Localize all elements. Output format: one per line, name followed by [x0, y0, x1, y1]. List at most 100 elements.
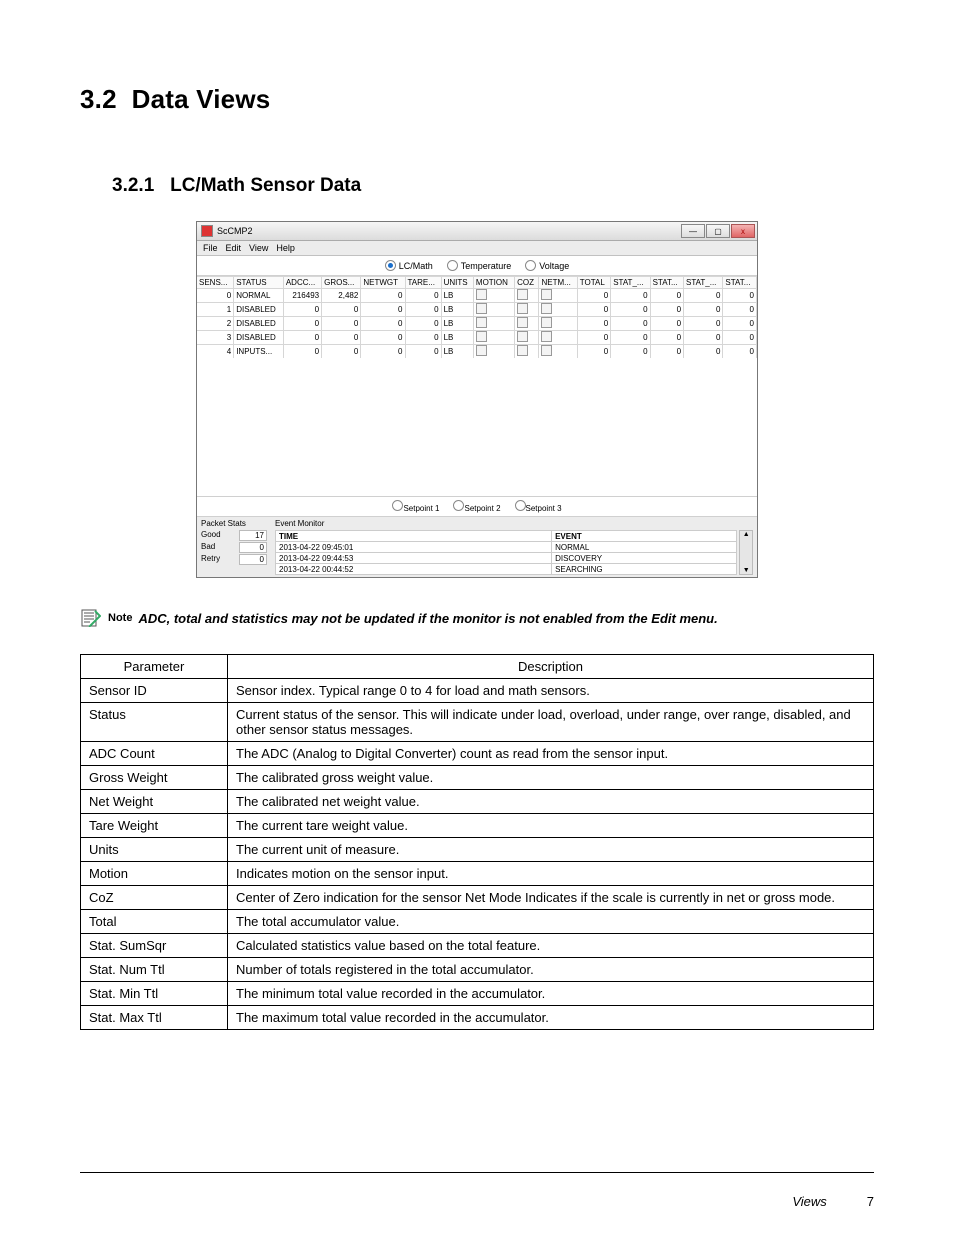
param-name: Stat. Max Ttl: [81, 1006, 228, 1030]
table-row: Stat. Min TtlThe minimum total value rec…: [81, 982, 874, 1006]
menu-help[interactable]: Help: [276, 243, 295, 253]
radio-icon: [392, 500, 403, 511]
table-row: Stat. SumSqrCalculated statistics value …: [81, 934, 874, 958]
checkbox-icon[interactable]: [541, 289, 552, 300]
packet-stats: Packet Stats Good17 Bad0 Retry0: [197, 517, 271, 577]
param-name: Motion: [81, 862, 228, 886]
maximize-button[interactable]: ▢: [706, 224, 730, 238]
param-name: Stat. Min Ttl: [81, 982, 228, 1006]
table-row[interactable]: 1DISABLED0000LB00000: [197, 303, 757, 317]
checkbox-icon[interactable]: [476, 331, 487, 342]
footer-section: Views: [792, 1194, 826, 1209]
note-icon: [80, 608, 102, 628]
checkbox-icon[interactable]: [476, 289, 487, 300]
param-desc: The calibrated gross weight value.: [228, 766, 874, 790]
subsection-title: LC/Math Sensor Data: [170, 175, 361, 196]
table-row: Gross WeightThe calibrated gross weight …: [81, 766, 874, 790]
table-row: ADC CountThe ADC (Analog to Digital Conv…: [81, 742, 874, 766]
packet-good: 17: [239, 530, 267, 541]
menu-bar: File Edit View Help: [197, 241, 757, 256]
table-row: Stat. Max TtlThe maximum total value rec…: [81, 1006, 874, 1030]
checkbox-icon[interactable]: [541, 345, 552, 356]
app-window: ScCMP2 — ▢ x File Edit View Help LC/Math…: [196, 221, 758, 578]
event-scrollbar[interactable]: ▲ ▼: [739, 530, 753, 575]
param-name: ADC Count: [81, 742, 228, 766]
close-button[interactable]: x: [731, 224, 755, 238]
checkbox-icon[interactable]: [517, 303, 528, 314]
param-desc: The ADC (Analog to Digital Converter) co…: [228, 742, 874, 766]
tab-lcmath[interactable]: LC/Math: [385, 260, 433, 271]
table-row[interactable]: 3DISABLED0000LB00000: [197, 331, 757, 345]
table-row[interactable]: 2013-04-22 09:45:01NORMAL: [276, 542, 737, 553]
param-desc: Current status of the sensor. This will …: [228, 703, 874, 742]
scroll-down-icon[interactable]: ▼: [740, 567, 752, 574]
grid-header-row: SENS... STATUS ADCC... GROS... NETWGT TA…: [197, 277, 757, 289]
checkbox-icon[interactable]: [476, 345, 487, 356]
note: Note ADC, total and statistics may not b…: [80, 608, 874, 628]
setpoint-2[interactable]: Setpoint 2: [453, 500, 500, 513]
checkbox-icon[interactable]: [541, 331, 552, 342]
table-row[interactable]: 2DISABLED0000LB00000: [197, 317, 757, 331]
footer-page-number: 7: [867, 1194, 874, 1209]
checkbox-icon[interactable]: [517, 289, 528, 300]
app-icon: [201, 225, 213, 237]
parameter-table: Parameter Description Sensor IDSensor in…: [80, 654, 874, 1030]
param-desc: The calibrated net weight value.: [228, 790, 874, 814]
param-name: Stat. SumSqr: [81, 934, 228, 958]
event-monitor: Event Monitor TIME EVENT 2013-04-22 09:4…: [271, 517, 757, 577]
section-number: 3.2: [80, 84, 117, 114]
table-row[interactable]: 2013-04-22 00:44:52SEARCHING: [276, 564, 737, 575]
table-row: StatusCurrent status of the sensor. This…: [81, 703, 874, 742]
menu-edit[interactable]: Edit: [226, 243, 242, 253]
param-desc: The minimum total value recorded in the …: [228, 982, 874, 1006]
table-row[interactable]: 0NORMAL2164932,48200LB00000: [197, 289, 757, 303]
checkbox-icon[interactable]: [517, 317, 528, 328]
table-row: Sensor IDSensor index. Typical range 0 t…: [81, 679, 874, 703]
checkbox-icon[interactable]: [541, 303, 552, 314]
param-name: Stat. Num Ttl: [81, 958, 228, 982]
titlebar: ScCMP2 — ▢ x: [197, 222, 757, 241]
event-table[interactable]: TIME EVENT 2013-04-22 09:45:01NORMAL2013…: [275, 530, 737, 575]
setpoint-1[interactable]: Setpoint 1: [392, 500, 439, 513]
param-name: Gross Weight: [81, 766, 228, 790]
packet-retry: 0: [239, 554, 267, 565]
view-tabs: LC/Math Temperature Voltage: [197, 256, 757, 276]
scroll-up-icon[interactable]: ▲: [740, 531, 752, 538]
checkbox-icon[interactable]: [517, 331, 528, 342]
menu-view[interactable]: View: [249, 243, 268, 253]
checkbox-icon[interactable]: [517, 345, 528, 356]
minimize-button[interactable]: —: [681, 224, 705, 238]
param-desc: Sensor index. Typical range 0 to 4 for l…: [228, 679, 874, 703]
menu-file[interactable]: File: [203, 243, 218, 253]
setpoint-3[interactable]: Setpoint 3: [515, 500, 562, 513]
param-name: Net Weight: [81, 790, 228, 814]
table-row: Stat. Num TtlNumber of totals registered…: [81, 958, 874, 982]
section-title: Data Views: [132, 84, 271, 114]
tab-temperature[interactable]: Temperature: [447, 260, 512, 271]
param-desc: The total accumulator value.: [228, 910, 874, 934]
param-name: CoZ: [81, 886, 228, 910]
radio-icon: [447, 260, 458, 271]
param-name: Status: [81, 703, 228, 742]
param-name: Sensor ID: [81, 679, 228, 703]
checkbox-icon[interactable]: [541, 317, 552, 328]
table-row: MotionIndicates motion on the sensor inp…: [81, 862, 874, 886]
checkbox-icon[interactable]: [476, 303, 487, 314]
table-row[interactable]: 4INPUTS...0000LB00000: [197, 345, 757, 359]
checkbox-icon[interactable]: [476, 317, 487, 328]
sensor-grid[interactable]: SENS... STATUS ADCC... GROS... NETWGT TA…: [197, 276, 757, 496]
radio-icon: [525, 260, 536, 271]
table-header-parameter: Parameter: [81, 655, 228, 679]
packet-bad: 0: [239, 542, 267, 553]
param-desc: Center of Zero indication for the sensor…: [228, 886, 874, 910]
table-row: UnitsThe current unit of measure.: [81, 838, 874, 862]
tab-voltage[interactable]: Voltage: [525, 260, 569, 271]
table-row[interactable]: 2013-04-22 09:44:53DISCOVERY: [276, 553, 737, 564]
radio-icon: [515, 500, 526, 511]
table-row: Net WeightThe calibrated net weight valu…: [81, 790, 874, 814]
table-row: CoZCenter of Zero indication for the sen…: [81, 886, 874, 910]
param-desc: The current tare weight value.: [228, 814, 874, 838]
param-name: Units: [81, 838, 228, 862]
subsection-heading: 3.2.1 LC/Math Sensor Data: [112, 175, 874, 197]
param-desc: The current unit of measure.: [228, 838, 874, 862]
